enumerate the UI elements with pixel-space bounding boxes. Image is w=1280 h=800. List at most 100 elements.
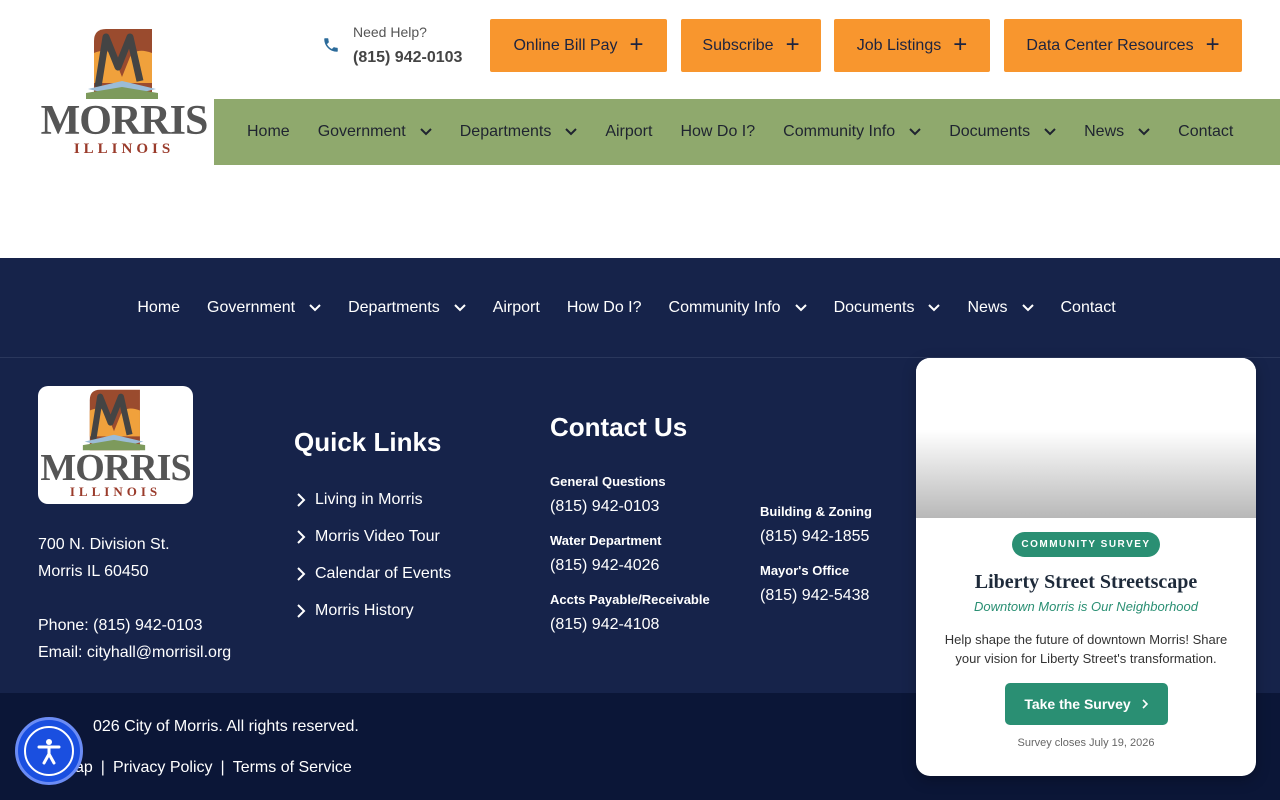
address-line-2: Morris IL 60450 xyxy=(38,563,149,580)
nav-documents-label: Documents xyxy=(949,123,1031,140)
accessibility-figure-icon xyxy=(37,739,61,765)
copyright-text: 026 City of Morris. All rights reserved. xyxy=(93,718,359,735)
footer-nav-government-label: Government xyxy=(207,298,296,316)
nav-airport[interactable]: Airport xyxy=(605,123,652,141)
survey-badge: COMMUNITY SURVEY xyxy=(1012,532,1160,557)
nav-departments[interactable]: Departments xyxy=(460,123,578,141)
morris-logo[interactable]: MORRIS ILLINOIS xyxy=(38,27,210,159)
nav-community-info[interactable]: Community Info xyxy=(783,123,921,141)
contact-phone-building[interactable]: (815) 942-1855 xyxy=(760,528,869,546)
chevron-down-icon[interactable] xyxy=(1021,303,1034,312)
footer-nav-departments[interactable]: Departments xyxy=(348,299,466,317)
plus-icon: + xyxy=(953,30,968,58)
nav-how-do-i[interactable]: How Do I? xyxy=(680,123,755,141)
contact-us-title: Contact Us xyxy=(550,412,688,442)
subscribe-label: Subscribe xyxy=(702,36,774,54)
accessibility-icon xyxy=(24,726,74,776)
quick-link-label: Living in Morris xyxy=(315,491,423,508)
chevron-right-icon xyxy=(297,493,306,507)
footer-nav-home-label: Home xyxy=(137,298,181,316)
online-bill-pay-button[interactable]: Online Bill Pay + xyxy=(490,19,667,72)
site-header: MORRIS ILLINOIS Need Help? (815) 942-010… xyxy=(0,0,1280,258)
footer-nav-airport[interactable]: Airport xyxy=(493,299,540,317)
chevron-down-icon[interactable] xyxy=(1044,128,1056,136)
help-phone[interactable]: (815) 942-0103 xyxy=(353,49,462,67)
plus-icon: + xyxy=(785,30,800,58)
chevron-right-icon xyxy=(297,530,306,544)
plus-icon: + xyxy=(1205,30,1220,58)
job-listings-button[interactable]: Job Listings + xyxy=(834,19,990,72)
address-email[interactable]: Email: cityhall@morrisil.org xyxy=(38,644,231,662)
phone-icon xyxy=(324,38,338,52)
chevron-down-icon[interactable] xyxy=(928,303,941,312)
footer-nav-how-do-i-label: How Do I? xyxy=(566,298,642,316)
chevron-down-icon[interactable] xyxy=(1138,128,1150,136)
nav-contact-label: Contact xyxy=(1178,123,1234,140)
nav-community-info-label: Community Info xyxy=(783,123,896,140)
nav-departments-label: Departments xyxy=(459,123,552,140)
quick-link-living-in-morris[interactable]: Living in Morris xyxy=(296,491,423,509)
subscribe-button[interactable]: Subscribe + xyxy=(681,19,821,72)
footer-nav-departments-label: Departments xyxy=(348,298,440,316)
chevron-down-icon[interactable] xyxy=(420,128,432,136)
take-survey-button[interactable]: Take the Survey xyxy=(1005,683,1168,725)
privacy-policy-link[interactable]: Privacy Policy xyxy=(113,759,213,777)
address-line-1: 700 N. Division St. xyxy=(38,536,170,553)
help-contact[interactable]: Need Help? (815) 942-0103 xyxy=(322,22,482,72)
survey-description: Help shape the future of downtown Morris… xyxy=(944,632,1228,666)
quick-link-label: Calendar of Events xyxy=(315,565,452,582)
chevron-right-icon xyxy=(1142,699,1148,709)
plus-icon: + xyxy=(629,30,644,58)
chevron-down-icon[interactable] xyxy=(309,303,321,312)
footer-nav-government[interactable]: Government xyxy=(207,299,321,317)
data-center-resources-label: Data Center Resources xyxy=(1026,36,1194,54)
footer-nav-contact[interactable]: Contact xyxy=(1061,299,1116,317)
logo-wordmark: MORRIS xyxy=(40,98,209,144)
nav-contact[interactable]: Contact xyxy=(1178,123,1233,141)
contact-phone-mayor[interactable]: (815) 942-5438 xyxy=(760,587,869,605)
footer-nav-community-info-label: Community Info xyxy=(668,298,781,316)
nav-documents[interactable]: Documents xyxy=(949,123,1056,141)
take-survey-label: Take the Survey xyxy=(1024,696,1131,712)
contact-label-accounts: Accts Payable/Receivable xyxy=(550,592,710,607)
quick-link-label: Morris History xyxy=(315,602,414,619)
nav-government-label: Government xyxy=(317,123,406,140)
footer-nav-documents-label: Documents xyxy=(833,298,915,316)
address-phone[interactable]: Phone: (815) 942-0103 xyxy=(38,617,203,635)
logo-subtitle: ILLINOIS xyxy=(73,141,175,157)
footer-logo[interactable]: MORRIS ILLINOIS xyxy=(38,386,193,504)
logo-wordmark: MORRIS xyxy=(40,447,191,489)
contact-phone-water[interactable]: (815) 942-4026 xyxy=(550,557,659,575)
chevron-down-icon[interactable] xyxy=(794,303,807,312)
survey-popup-card: COMMUNITY SURVEY Liberty Street Streetsc… xyxy=(916,358,1256,776)
data-center-resources-button[interactable]: Data Center Resources + xyxy=(1004,19,1242,72)
contact-label-building: Building & Zoning xyxy=(760,504,872,519)
chevron-down-icon[interactable] xyxy=(565,128,578,136)
chevron-down-icon[interactable] xyxy=(909,128,921,136)
footer-nav-contact-label: Contact xyxy=(1060,298,1116,316)
contact-label-mayor: Mayor's Office xyxy=(760,563,850,578)
footer-nav-community-info[interactable]: Community Info xyxy=(669,299,807,317)
terms-of-service-link[interactable]: Terms of Service xyxy=(233,759,352,777)
nav-news-label: News xyxy=(1084,123,1125,140)
survey-card-image xyxy=(916,358,1256,518)
legal-links: ap | Privacy Policy | Terms of Service xyxy=(38,759,352,777)
chevron-down-icon[interactable] xyxy=(453,303,466,312)
footer-nav-how-do-i[interactable]: How Do I? xyxy=(567,299,642,317)
quick-link-morris-video-tour[interactable]: Morris Video Tour xyxy=(296,528,440,546)
logo-subtitle: ILLINOIS xyxy=(69,484,162,499)
footer-nav-news-label: News xyxy=(967,298,1008,316)
accessibility-button[interactable] xyxy=(15,717,83,785)
nav-news[interactable]: News xyxy=(1084,123,1150,141)
nav-government[interactable]: Government xyxy=(318,123,432,141)
contact-phone-general[interactable]: (815) 942-0103 xyxy=(550,498,659,516)
contact-phone-accounts[interactable]: (815) 942-4108 xyxy=(550,616,659,634)
quick-link-morris-history[interactable]: Morris History xyxy=(296,602,414,620)
footer-nav-home[interactable]: Home xyxy=(137,299,180,317)
online-bill-pay-label: Online Bill Pay xyxy=(513,36,618,54)
help-label: Need Help? xyxy=(353,24,427,40)
nav-home[interactable]: Home xyxy=(247,123,290,141)
footer-nav-documents[interactable]: Documents xyxy=(834,299,941,317)
quick-link-calendar-of-events[interactable]: Calendar of Events xyxy=(296,565,451,583)
footer-nav-news[interactable]: News xyxy=(967,298,1034,317)
